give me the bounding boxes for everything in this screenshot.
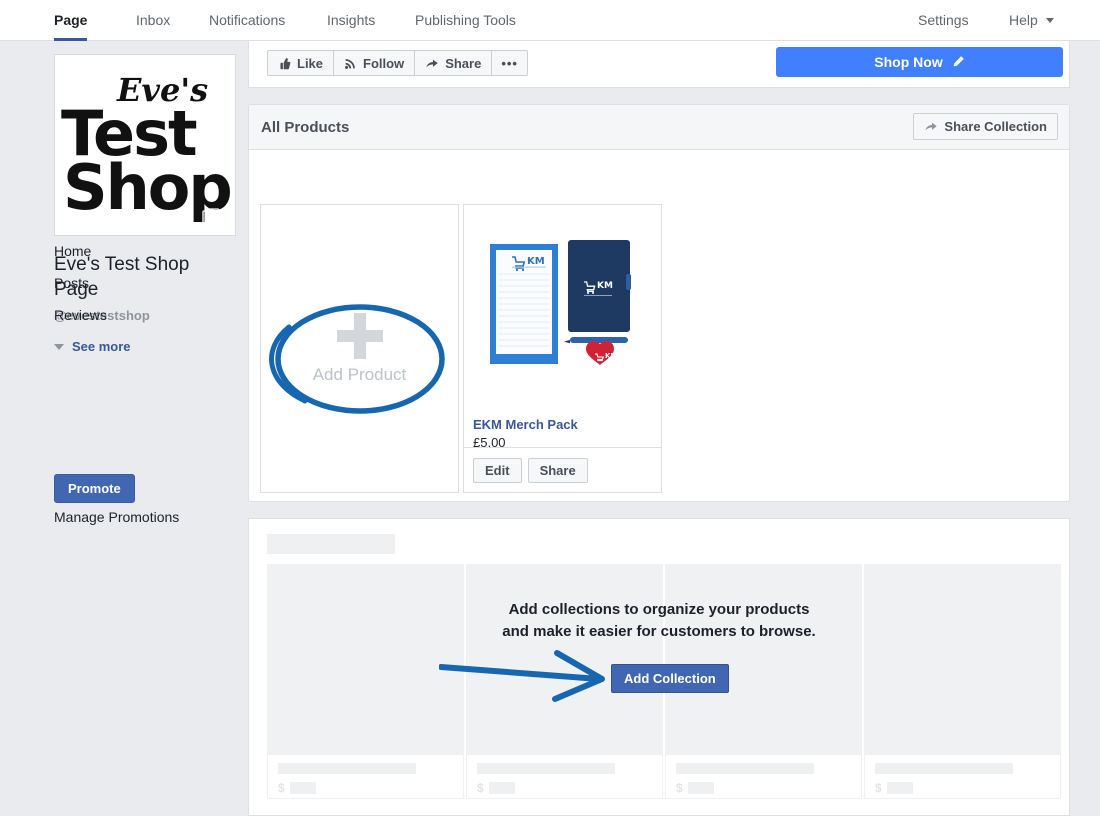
tab-notifications-label: Notifications bbox=[209, 12, 286, 28]
add-product-target[interactable]: Add Product bbox=[261, 205, 458, 492]
page-profile-photo[interactable]: Eve's Test Shop bbox=[54, 54, 236, 236]
placeholder-image bbox=[467, 565, 662, 755]
product-card[interactable]: KM KM KM EKM Merch Pack £5.00 Edit Share bbox=[463, 204, 662, 493]
camera-icon[interactable] bbox=[202, 206, 226, 226]
all-products-panel: All Products Share Collection Add Produc… bbox=[248, 104, 1070, 502]
more-options-button[interactable]: ••• bbox=[491, 50, 528, 76]
shop-now-label: Shop Now bbox=[874, 54, 943, 70]
top-navigation-bar: Page Inbox Notifications Insights Publis… bbox=[0, 0, 1100, 41]
placeholder-title-bar bbox=[676, 763, 814, 774]
placeholder-image bbox=[865, 565, 1060, 755]
like-button-label: Like bbox=[297, 55, 324, 71]
tab-page-label: Page bbox=[54, 12, 88, 28]
ekm-merch-pack-photo: KM KM KM bbox=[489, 239, 631, 365]
plus-icon bbox=[336, 312, 383, 359]
placeholder-currency-symbol: $ bbox=[477, 781, 484, 795]
tab-page[interactable]: Page bbox=[54, 0, 88, 41]
tab-insights[interactable]: Insights bbox=[327, 0, 375, 40]
share-button-label: Share bbox=[445, 55, 482, 71]
share-arrow-icon bbox=[426, 59, 438, 68]
collection-placeholder-card: $ bbox=[267, 564, 464, 799]
tab-publishing-tools-label: Publishing Tools bbox=[415, 12, 516, 28]
placeholder-price-row: $ bbox=[278, 781, 316, 795]
page-sidebar: Eve's Test Shop Eve's Test Shop Page @ev… bbox=[0, 41, 240, 802]
see-more-toggle[interactable]: See more bbox=[54, 339, 131, 354]
all-products-header: All Products Share Collection bbox=[249, 105, 1069, 150]
share-button[interactable]: Share bbox=[414, 50, 493, 76]
svg-text:KM: KM bbox=[527, 256, 545, 267]
follow-button[interactable]: Follow bbox=[333, 50, 416, 76]
placeholder-image bbox=[268, 565, 463, 755]
tab-inbox-label: Inbox bbox=[136, 12, 171, 28]
page-main-content: Like Follow Share ••• Shop Now All Produ… bbox=[240, 41, 1085, 816]
thumbs-up-icon bbox=[280, 57, 291, 69]
sidebar-item-reviews[interactable]: Reviews bbox=[54, 307, 107, 323]
add-product-label: Add Product bbox=[312, 364, 407, 384]
product-share-button[interactable]: Share bbox=[527, 457, 588, 483]
placeholder-image bbox=[666, 565, 861, 755]
settings-label: Settings bbox=[918, 12, 969, 28]
product-edit-button[interactable]: Edit bbox=[473, 457, 522, 483]
help-menu[interactable]: Help bbox=[1009, 0, 1054, 40]
chevron-down-icon bbox=[1045, 17, 1054, 23]
svg-text:KM: KM bbox=[597, 281, 613, 291]
placeholder-title-bar bbox=[477, 763, 615, 774]
product-name-link[interactable]: EKM Merch Pack bbox=[473, 417, 578, 432]
collection-placeholder-card: $ bbox=[864, 564, 1061, 799]
help-label: Help bbox=[1009, 12, 1038, 28]
tab-inbox[interactable]: Inbox bbox=[136, 0, 170, 40]
placeholder-currency-symbol: $ bbox=[875, 781, 882, 795]
like-button[interactable]: Like bbox=[267, 50, 335, 76]
promote-button-label: Promote bbox=[68, 481, 121, 496]
shop-now-cta-button[interactable]: Shop Now bbox=[776, 47, 1063, 77]
sidebar-item-home[interactable]: Home bbox=[54, 243, 91, 259]
settings-link[interactable]: Settings bbox=[918, 0, 969, 40]
collection-skeleton-header bbox=[267, 534, 395, 554]
placeholder-currency-symbol: $ bbox=[676, 781, 683, 795]
placeholder-title-bar bbox=[278, 763, 416, 774]
sidebar-item-posts-label: Posts bbox=[54, 275, 90, 291]
product-card-actions: Edit Share bbox=[464, 447, 661, 492]
manage-promotions-link[interactable]: Manage Promotions bbox=[54, 509, 179, 525]
placeholder-price-row: $ bbox=[477, 781, 515, 795]
sidebar-item-posts[interactable]: Posts bbox=[54, 275, 89, 291]
see-more-label: See more bbox=[72, 339, 131, 354]
all-products-title: All Products bbox=[261, 119, 350, 136]
placeholder-price-chip bbox=[488, 782, 515, 794]
tab-insights-label: Insights bbox=[327, 12, 376, 28]
add-product-tile[interactable]: Add Product bbox=[260, 204, 459, 493]
promote-button[interactable]: Promote bbox=[54, 474, 135, 503]
share-collection-button[interactable]: Share Collection bbox=[913, 113, 1058, 140]
sidebar-item-home-label: Home bbox=[54, 243, 92, 259]
pencil-edit-icon bbox=[953, 56, 964, 67]
chevron-down-icon bbox=[54, 343, 64, 350]
tab-publishing-tools[interactable]: Publishing Tools bbox=[415, 0, 516, 40]
placeholder-title-bar bbox=[875, 763, 1013, 774]
tab-notifications[interactable]: Notifications bbox=[209, 0, 285, 40]
more-options-icon: ••• bbox=[501, 55, 518, 71]
page-action-bar: Like Follow Share ••• Shop Now bbox=[248, 41, 1070, 88]
placeholder-price-row: $ bbox=[875, 781, 913, 795]
svg-text:KM: KM bbox=[605, 352, 617, 360]
product-image: KM KM KM bbox=[464, 205, 661, 402]
products-grid: Add Product KM KM KM EKM Merch Pack £5.0… bbox=[260, 204, 662, 493]
rss-follow-icon bbox=[345, 58, 355, 69]
follow-button-label: Follow bbox=[363, 55, 405, 71]
collections-panel: $ $ $ $ Add collections to organize your… bbox=[248, 518, 1070, 816]
placeholder-price-chip bbox=[687, 782, 714, 794]
sidebar-item-reviews-label: Reviews bbox=[54, 307, 107, 323]
placeholder-price-chip bbox=[886, 782, 913, 794]
manage-promotions-label: Manage Promotions bbox=[54, 509, 180, 525]
share-arrow-icon bbox=[925, 122, 938, 131]
add-collection-label: Add Collection bbox=[624, 671, 716, 686]
product-share-label: Share bbox=[539, 462, 576, 478]
placeholder-price-row: $ bbox=[676, 781, 714, 795]
product-edit-label: Edit bbox=[485, 462, 510, 478]
placeholder-currency-symbol: $ bbox=[278, 781, 285, 795]
placeholder-price-chip bbox=[289, 782, 316, 794]
share-collection-label: Share Collection bbox=[944, 119, 1047, 134]
add-collection-button[interactable]: Add Collection bbox=[611, 664, 729, 693]
page-action-button-group: Like Follow Share ••• bbox=[267, 50, 528, 76]
